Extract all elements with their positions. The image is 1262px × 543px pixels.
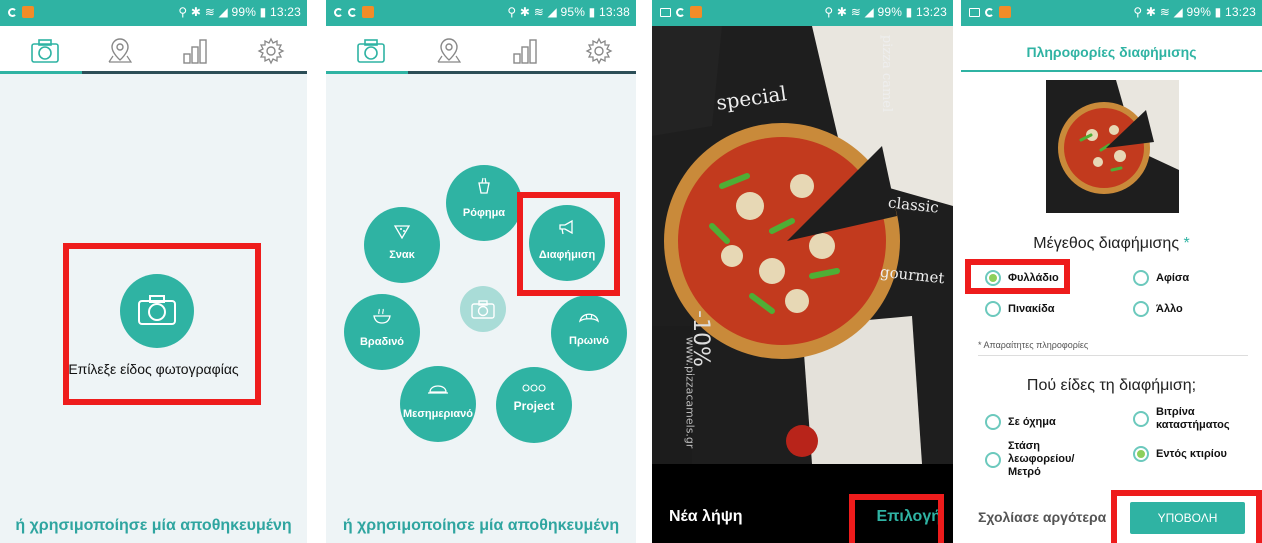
where-option-bus-stop[interactable]: Στάση λεωφορείου/ Μετρό bbox=[985, 440, 1088, 479]
menu-word-discount: -10% bbox=[687, 310, 713, 367]
radio-unselected bbox=[985, 301, 1001, 317]
size-option-sign[interactable]: Πινακίδα bbox=[985, 301, 1055, 317]
size-option-poster[interactable]: Αφίσα bbox=[1133, 270, 1189, 286]
where-option-shop-window[interactable]: Βιτρίνα καταστήματος bbox=[1133, 406, 1246, 432]
center-camera-button[interactable] bbox=[460, 286, 506, 332]
where-option-vehicle[interactable]: Σε όχημα bbox=[985, 414, 1056, 430]
radio-selected bbox=[1133, 446, 1149, 462]
option-label: Σε όχημα bbox=[1008, 415, 1056, 428]
highlight-box bbox=[849, 494, 944, 543]
category-lunch[interactable]: Μεσημεριανό bbox=[400, 366, 476, 442]
map-pin-icon[interactable] bbox=[434, 36, 464, 66]
highlight-box bbox=[63, 243, 261, 405]
use-saved-link[interactable]: ή χρησιμοποίησε μία αποθηκευμένη bbox=[0, 517, 307, 535]
menu-word-brand: pizza camel bbox=[879, 34, 895, 113]
pizza-menu-photo bbox=[652, 26, 953, 464]
croissant-icon bbox=[578, 313, 600, 323]
comment-later-link[interactable]: Σχολίασε αργότερα bbox=[978, 509, 1118, 525]
option-label: Άλλο bbox=[1156, 302, 1183, 315]
app-notification-icon bbox=[22, 6, 34, 18]
screen-2: ⚲ ✱ ≋ ◢ 95% ▮ 13:38 Ρόφημα Σνακ Διαφήμισ… bbox=[326, 0, 636, 543]
image-notification-icon bbox=[660, 7, 671, 17]
radio-unselected bbox=[1133, 301, 1149, 317]
screen-3: ⚲ ✱ ≋ ◢ 99% ▮ 13:23 special classic gour… bbox=[652, 0, 953, 543]
category-snack[interactable]: Σνακ bbox=[364, 207, 440, 283]
category-project[interactable]: Project bbox=[496, 367, 572, 443]
status-info: ⚲ ✱ ≋ ◢ 99% ▮ 13:23 bbox=[824, 5, 947, 19]
notification-icon bbox=[334, 7, 343, 17]
ad-thumbnail bbox=[1046, 80, 1179, 213]
camera-icon bbox=[471, 300, 495, 319]
camera-icon[interactable] bbox=[30, 36, 60, 66]
roast-chicken-icon bbox=[428, 385, 448, 394]
option-label: Πινακίδα bbox=[1008, 302, 1055, 315]
photo-preview: special classic gourmet pizza camel www.… bbox=[652, 26, 953, 464]
required-note: * Απαραίτητες πληροφορίες bbox=[978, 340, 1089, 350]
radio-unselected bbox=[985, 414, 1001, 430]
content-area: Ρόφημα Σνακ Διαφήμιση Βραδινό Πρωινό Μεσ… bbox=[326, 74, 636, 543]
notification-icon bbox=[348, 7, 357, 17]
section-divider bbox=[978, 355, 1248, 356]
option-label: Εντός κτιρίου bbox=[1156, 447, 1227, 460]
radio-unselected bbox=[985, 451, 1001, 468]
size-option-other[interactable]: Άλλο bbox=[1133, 301, 1183, 317]
retake-button[interactable]: Νέα λήψη bbox=[669, 508, 743, 526]
where-heading: Πού είδες τη διαφήμιση; bbox=[1026, 377, 1197, 394]
screen-4: ⚲ ✱ ≋ ◢ 99% ▮ 13:23 Πληροφορίες διαφήμισ… bbox=[961, 0, 1262, 543]
radio-unselected bbox=[1133, 411, 1149, 427]
where-option-indoors[interactable]: Εντός κτιρίου bbox=[1133, 446, 1227, 462]
category-label: Πρωινό bbox=[569, 335, 609, 347]
gear-icon[interactable] bbox=[584, 36, 614, 66]
notification-icon bbox=[676, 7, 685, 17]
app-notification-icon bbox=[690, 6, 702, 18]
top-navigation bbox=[0, 26, 307, 74]
top-navigation bbox=[326, 26, 636, 74]
category-label: Βραδινό bbox=[359, 336, 405, 348]
status-info: ⚲ ✱ ≋ ◢ 99% ▮ 13:23 bbox=[1133, 5, 1256, 19]
required-star: * bbox=[1183, 235, 1190, 252]
image-notification-icon bbox=[969, 7, 980, 17]
option-label: Βιτρίνα καταστήματος bbox=[1156, 406, 1230, 431]
map-pin-icon[interactable] bbox=[105, 36, 135, 66]
camera-icon[interactable] bbox=[356, 36, 386, 66]
category-label: Σνακ bbox=[389, 249, 415, 261]
status-info: ⚲ ✱ ≋ ◢ 95% ▮ 13:38 bbox=[507, 5, 630, 19]
status-bar: ⚲ ✱ ≋ ◢ 99% ▮ 13:23 bbox=[652, 0, 953, 26]
category-dinner[interactable]: Βραδινό bbox=[344, 294, 420, 370]
option-label: Στάση λεωφορείου/ Μετρό bbox=[1008, 440, 1075, 478]
notification-icon bbox=[8, 7, 17, 17]
app-notification-icon bbox=[362, 6, 374, 18]
status-bar: ⚲ ✱ ≋ ◢ 99% ▮ 13:23 bbox=[961, 0, 1262, 26]
bar-chart-icon[interactable] bbox=[510, 36, 540, 66]
app-notification-icon bbox=[999, 6, 1011, 18]
size-heading-text: Μέγεθος διαφήμισης bbox=[1033, 235, 1180, 252]
highlight-box bbox=[1111, 490, 1262, 543]
category-drink[interactable]: Ρόφημα bbox=[446, 165, 522, 241]
dots-icon bbox=[522, 384, 546, 392]
page-title: Πληροφορίες διαφήμισης bbox=[1026, 44, 1197, 60]
header-divider bbox=[961, 70, 1262, 72]
status-bar: ⚲ ✱ ≋ ◢ 95% ▮ 13:38 bbox=[326, 0, 636, 26]
highlight-box bbox=[517, 192, 620, 296]
pizza-slice-icon bbox=[393, 225, 411, 239]
category-breakfast[interactable]: Πρωινό bbox=[551, 295, 627, 371]
category-label: Ρόφημα bbox=[462, 207, 506, 219]
screen-1: ⚲ ✱ ≋ ◢ 99% ▮ 13:23 Επίλεξε είδος φωτογρ… bbox=[0, 0, 307, 543]
category-label: Project bbox=[513, 399, 555, 413]
status-bar: ⚲ ✱ ≋ ◢ 99% ▮ 13:23 bbox=[0, 0, 307, 26]
highlight-box bbox=[965, 259, 1070, 294]
option-label: Αφίσα bbox=[1156, 271, 1190, 284]
radio-unselected bbox=[1133, 270, 1149, 286]
bowl-icon bbox=[373, 308, 391, 324]
gear-icon[interactable] bbox=[256, 36, 286, 66]
use-saved-link[interactable]: ή χρησιμοποίησε μία αποθηκευμένη bbox=[326, 517, 636, 535]
bar-chart-icon[interactable] bbox=[180, 36, 210, 66]
category-label: Μεσημεριανό bbox=[402, 408, 474, 420]
cup-icon bbox=[478, 177, 490, 194]
size-heading: Μέγεθος διαφήμισης * bbox=[961, 235, 1262, 253]
status-info: ⚲ ✱ ≋ ◢ 99% ▮ 13:23 bbox=[178, 5, 301, 19]
notification-icon bbox=[985, 7, 994, 17]
